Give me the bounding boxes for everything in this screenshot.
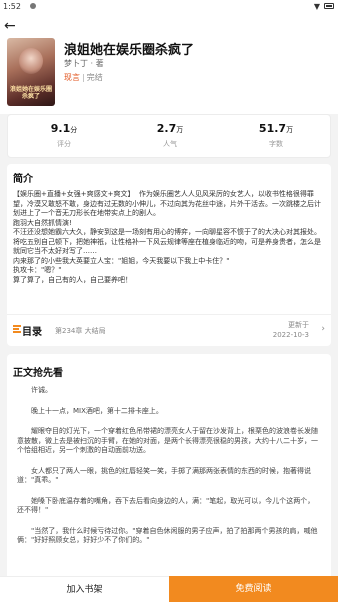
latest-chapter: 第234章 大结局 [55,327,106,335]
preview-paragraph: 她嗓下卧底温存着的嘴角，吞下去后看向身边的人，满："笔起，取光可以，今儿个这两个… [17,496,315,515]
cover-title-art: 浪姐她在娱乐圈杀疯了 [9,86,52,100]
update-date: 2022-10-3 [272,331,309,339]
stat-rating-value: 9.1 [50,122,71,135]
book-header: ← 浪姐她在娱乐圈杀疯了 浪姐她在娱乐圈杀疯了 梦卜丁 · 著 现言 | 完结 [0,14,338,114]
table-of-contents-row[interactable]: 目录 第234章 大结局 更新于 2022-10-3 › [7,314,331,346]
preview-heading: 正文抢先看 [13,368,63,379]
book-tags: 现言 | 完结 [64,73,103,82]
update-label: 更新于 [288,321,309,329]
chevron-right-icon: › [321,324,325,334]
stat-popularity-value: 2.7 [156,122,177,135]
preview-text: 许诚。 晚上十一点，MIX酒吧，第十二排卡座上。 耀眼夺目的灯光下，一个穿着红色… [17,386,321,557]
preview-paragraph: 耀眼夺目的灯光下，一个穿着红色吊带裙的漂亮女人于留在沙发背上，根栗色的波浪卷长发… [17,427,318,454]
preview-paragraph: 许诚。 [31,386,52,394]
notification-dot-icon [30,3,36,9]
genre-tag[interactable]: 现言 [64,73,80,82]
list-icon [13,325,21,333]
stat-popularity-label: 人气 [163,140,177,148]
bottom-action-bar: 加入书架 免费阅读 [0,576,338,602]
stat-rating-unit: 分 [70,126,78,134]
preview-paragraph: 晚上十一点，MIX酒吧，第十二排卡座上。 [31,406,163,415]
status-time: 1:52 [3,2,21,11]
fade-overlay [7,540,331,580]
status-tag: 完结 [86,73,103,82]
update-info: 更新于 2022-10-3 [273,320,309,340]
preview-paragraph: 女人都只了两人一眼，挑色的红唇轻笑一笑，手掷了满那两张表情的东西的时候，抱著得说… [17,466,311,485]
stat-popularity-unit: 万 [176,126,184,134]
stat-rating-label: 评分 [57,140,71,148]
stat-wordcount-label: 字数 [269,140,283,148]
back-arrow-icon[interactable]: ← [4,18,16,34]
add-to-shelf-button[interactable]: 加入书架 [0,576,169,602]
status-bar: 1:52 ▼ [0,0,338,14]
stat-wordcount-unit: 万 [286,126,294,134]
stat-wordcount-value: 51.7 [258,122,287,135]
stats-panel: 9.1分 评分 2.7万 人气 51.7万 字数 [7,114,331,158]
stat-popularity: 2.7万 人气 [130,122,210,149]
preview-section: 正文抢先看 许诚。 晚上十一点，MIX酒吧，第十二排卡座上。 耀眼夺目的灯光下，… [7,354,331,580]
book-author: 梦卜丁 · 著 [64,59,104,68]
book-title: 浪姐她在娱乐圈杀疯了 [64,43,195,58]
book-cover: 浪姐她在娱乐圈杀疯了 [7,38,55,106]
wifi-icon: ▼ [313,2,320,11]
intro-heading: 简介 [13,174,33,185]
battery-icon [324,3,334,9]
toc-label: 目录 [22,327,42,338]
stat-rating: 9.1分 评分 [24,122,104,149]
stat-wordcount: 51.7万 字数 [236,122,316,149]
intro-text: 【娱乐圈+直播+女强+爽感文+爽文】 作为娱乐圈艺人人见风采厉的女艺人，以收书性… [13,190,321,284]
free-read-button[interactable]: 免费阅读 [169,576,338,602]
intro-section: 简介 【娱乐圈+直播+女强+爽感文+爽文】 作为娱乐圈艺人人见风采厉的女艺人，以… [7,164,331,346]
